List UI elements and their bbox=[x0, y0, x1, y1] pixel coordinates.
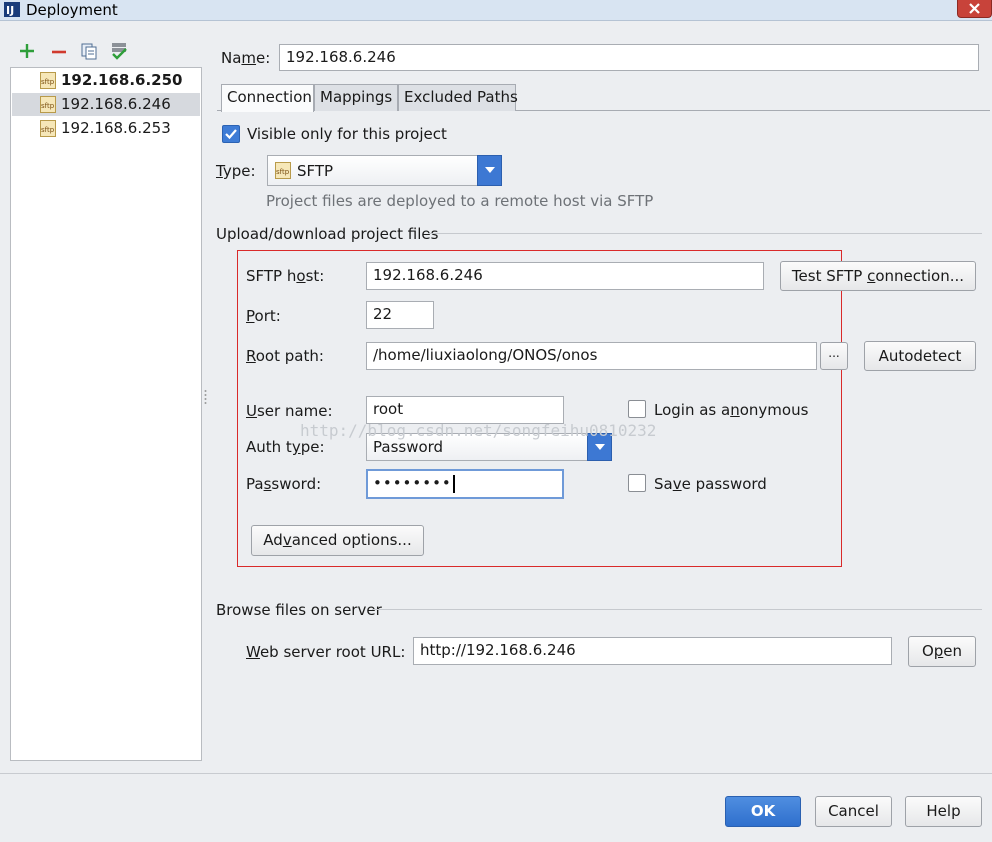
type-hint: Project files are deployed to a remote h… bbox=[266, 192, 654, 210]
cancel-button[interactable]: Cancel bbox=[815, 796, 892, 827]
add-server-button[interactable] bbox=[18, 42, 36, 60]
open-button[interactable]: Open bbox=[908, 636, 976, 667]
title-bar bbox=[0, 0, 992, 21]
svg-text:sftp: sftp bbox=[41, 102, 55, 110]
minus-icon bbox=[52, 50, 66, 54]
sftp-icon: sftp bbox=[275, 162, 291, 183]
sftp-icon: sftp bbox=[40, 72, 56, 89]
port-input[interactable]: 22 bbox=[366, 301, 434, 329]
save-password-checkbox[interactable] bbox=[628, 474, 646, 492]
browse-root-path-button[interactable]: ... bbox=[820, 342, 848, 370]
server-item[interactable]: sftp 192.168.6.250 bbox=[12, 69, 200, 92]
server-item[interactable]: sftp 192.168.6.253 bbox=[12, 117, 200, 140]
check-server-icon bbox=[112, 43, 127, 60]
splitter-handle[interactable] bbox=[203, 388, 208, 406]
server-item-selected[interactable]: sftp 192.168.6.246 bbox=[12, 93, 200, 116]
tab-excluded-paths[interactable]: Excluded Paths bbox=[398, 84, 518, 111]
section-separator bbox=[428, 233, 982, 234]
svg-text:IJ: IJ bbox=[6, 4, 14, 17]
sftp-host-label: SFTP host: bbox=[246, 267, 325, 285]
sftp-icon: sftp bbox=[40, 120, 56, 137]
footer-separator bbox=[0, 773, 992, 774]
upload-section-title: Upload/download project files bbox=[216, 225, 439, 243]
visible-only-checkbox[interactable] bbox=[222, 125, 240, 143]
user-name-input[interactable]: root bbox=[366, 396, 564, 424]
svg-text:sftp: sftp bbox=[41, 78, 55, 86]
visible-only-label: Visible only for this project bbox=[247, 125, 447, 143]
intellij-icon: IJ bbox=[4, 2, 20, 17]
remove-server-button[interactable] bbox=[50, 42, 68, 60]
password-label: Password: bbox=[246, 475, 322, 493]
copy-server-button[interactable] bbox=[80, 42, 98, 60]
use-as-default-button[interactable] bbox=[110, 42, 128, 60]
type-combobox[interactable]: sftp SFTP bbox=[267, 155, 502, 186]
tab-connection[interactable]: Connection bbox=[221, 84, 314, 112]
server-label: 192.168.6.253 bbox=[61, 119, 171, 137]
tab-mappings[interactable]: Mappings bbox=[314, 84, 398, 111]
root-path-input[interactable]: /home/liuxiaolong/ONOS/onos bbox=[366, 342, 817, 370]
advanced-options-button[interactable]: Advanced options... bbox=[251, 525, 424, 556]
window-title: Deployment bbox=[26, 1, 118, 19]
web-server-url-input[interactable]: http://192.168.6.246 bbox=[413, 637, 892, 665]
browse-section-title: Browse files on server bbox=[216, 601, 382, 619]
svg-text:sftp: sftp bbox=[276, 168, 290, 176]
password-masked-value: •••••••• bbox=[373, 474, 452, 492]
checkmark-icon bbox=[225, 129, 237, 140]
server-label: 192.168.6.246 bbox=[61, 95, 171, 113]
close-window-button[interactable] bbox=[957, 0, 992, 18]
name-input[interactable]: 192.168.6.246 bbox=[279, 44, 979, 71]
help-button[interactable]: Help bbox=[905, 796, 982, 827]
sftp-icon: sftp bbox=[40, 96, 56, 113]
test-connection-button[interactable]: Test SFTP connection... bbox=[780, 261, 976, 291]
server-label: 192.168.6.250 bbox=[61, 71, 183, 89]
server-list[interactable]: sftp 192.168.6.250 sftp 192.168.6.246 sf… bbox=[10, 67, 202, 761]
svg-text:sftp: sftp bbox=[41, 126, 55, 134]
chevron-down-icon bbox=[484, 167, 495, 173]
ok-button[interactable]: OK bbox=[725, 796, 801, 827]
close-icon bbox=[969, 3, 980, 14]
login-anonymous-checkbox[interactable] bbox=[628, 400, 646, 418]
type-value: SFTP bbox=[297, 162, 334, 180]
type-dropdown-button[interactable] bbox=[477, 155, 502, 186]
save-password-label: Save password bbox=[654, 475, 767, 493]
user-name-label: User name: bbox=[246, 402, 333, 420]
password-input[interactable]: •••••••• bbox=[366, 469, 564, 499]
autodetect-button[interactable]: Autodetect bbox=[864, 341, 976, 371]
login-anonymous-label: Login as anonymous bbox=[654, 401, 809, 419]
watermark-text: http://blog.csdn.net/songfeihu0810232 bbox=[300, 421, 657, 440]
root-path-label: Root path: bbox=[246, 347, 324, 365]
web-server-url-label: Web server root URL: bbox=[246, 643, 406, 661]
sftp-host-input[interactable]: 192.168.6.246 bbox=[366, 262, 764, 290]
section-separator bbox=[372, 609, 982, 610]
port-label: Port: bbox=[246, 307, 281, 325]
text-cursor bbox=[452, 474, 455, 493]
plus-icon bbox=[20, 44, 34, 58]
type-label: Type: bbox=[216, 162, 256, 180]
name-label: Name: bbox=[221, 49, 271, 67]
copy-icon bbox=[81, 43, 97, 60]
